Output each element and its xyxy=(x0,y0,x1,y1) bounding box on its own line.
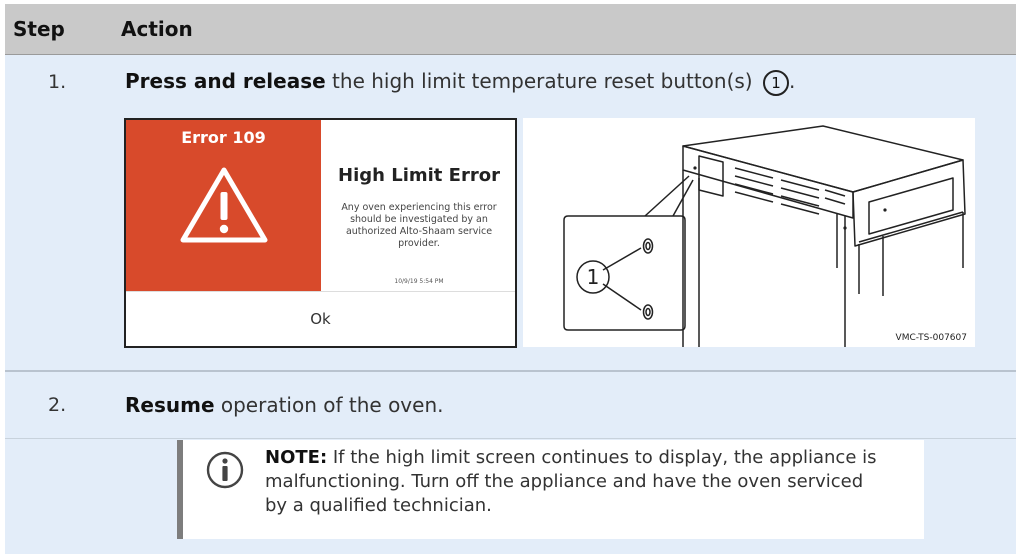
info-icon xyxy=(206,451,244,489)
note-text: NOTE: If the high limit screen continues… xyxy=(265,446,885,518)
oven-reset-button-drawing: 1 xyxy=(563,125,966,347)
divider xyxy=(126,291,515,292)
step-description: the high limit temperature reset button(… xyxy=(325,69,759,93)
warning-triangle-icon xyxy=(180,167,268,243)
table-header: Step Action xyxy=(5,4,1016,55)
note-box: NOTE: If the high limit screen continues… xyxy=(177,440,924,539)
note-body: If the high limit screen continues to di… xyxy=(265,447,877,516)
table-row-step-1: 1. Press and release the high limit temp… xyxy=(5,55,1016,372)
step-bold: Press and release xyxy=(125,69,326,93)
error-banner: Error 109 xyxy=(126,120,321,291)
step-end: . xyxy=(788,69,796,93)
step-bold: Resume xyxy=(125,393,215,417)
error-message: Any oven experiencing this error should … xyxy=(341,202,497,249)
step-number: 1. xyxy=(48,71,67,93)
callout-marker: 1 xyxy=(762,69,789,96)
table-row-step-2: 2. Resume operation of the oven. xyxy=(5,372,1016,439)
step-number: 2. xyxy=(48,394,67,416)
oven-illustration: 1 VMC-TS-007607 xyxy=(523,118,975,347)
note-label: NOTE: xyxy=(265,447,328,468)
error-title: High Limit Error xyxy=(338,165,500,186)
ok-button: Ok xyxy=(310,310,331,328)
procedure-table: Step Action 1. Press and release the hig… xyxy=(5,4,1016,554)
error-screen-image: Error 109 High Limit Error Any oven expe… xyxy=(124,118,517,348)
step-text: Resume operation of the oven. xyxy=(125,393,443,417)
error-timestamp: 10/9/19 5:54 PM xyxy=(394,278,444,285)
illustration-callout: 1 xyxy=(587,265,600,289)
step-text: Press and release the high limit tempera… xyxy=(125,69,795,96)
figure-label: VMC-TS-007607 xyxy=(895,333,967,343)
header-action: Action xyxy=(121,17,193,41)
error-code: Error 109 xyxy=(181,128,266,147)
step-description: operation of the oven. xyxy=(214,393,444,417)
header-step: Step xyxy=(13,17,65,41)
